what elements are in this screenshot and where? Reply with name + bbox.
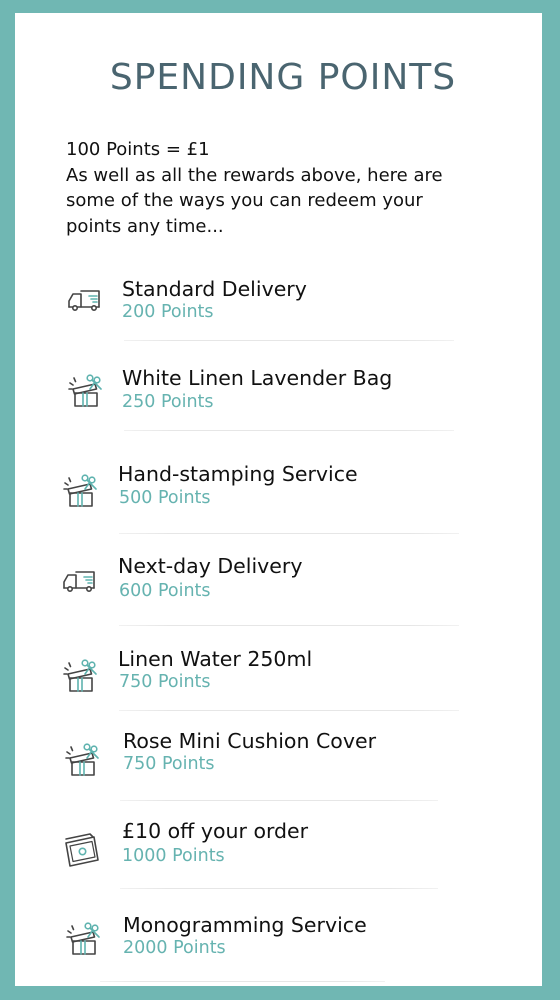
reward-name: Linen Water 250ml [118,647,313,671]
reward-points: 600 Points [119,581,211,601]
reward-points: 200 Points [122,302,214,322]
intro-text: 100 Points = £1 As well as all the rewar… [66,137,446,239]
divider [124,430,454,431]
divider [120,800,438,801]
reward-name: £10 off your order [122,819,309,843]
delivery-truck-icon [66,280,106,320]
gift-box-icon [66,369,106,409]
divider [119,710,459,711]
divider [119,625,459,626]
gift-box-icon [61,469,101,509]
divider [100,981,385,982]
delivery-truck-icon [61,561,101,601]
reward-points: 250 Points [122,392,214,412]
points-conversion-rate: 100 Points = £1 [66,139,210,160]
reward-points: 1000 Points [122,846,225,866]
reward-points: 500 Points [119,488,211,508]
gift-box-icon [61,654,101,694]
intro-description: As well as all the rewards above, here a… [66,164,443,237]
gift-box-icon [63,738,103,778]
voucher-icon [62,828,102,868]
divider [120,888,438,889]
reward-name: Monogramming Service [123,913,367,937]
reward-name: Rose Mini Cushion Cover [123,729,377,753]
reward-points: 2000 Points [123,938,226,958]
reward-name: White Linen Lavender Bag [122,366,393,390]
reward-points: 750 Points [123,754,215,774]
divider [119,533,459,534]
spending-points-card: SPENDING POINTS 100 Points = £1 As well … [15,13,542,986]
divider [124,340,454,341]
page-title: SPENDING POINTS [109,57,457,98]
reward-name: Standard Delivery [122,277,307,301]
reward-name: Next-day Delivery [118,554,303,578]
reward-points: 750 Points [119,672,211,692]
gift-box-icon [64,917,104,957]
reward-name: Hand-stamping Service [118,462,358,486]
